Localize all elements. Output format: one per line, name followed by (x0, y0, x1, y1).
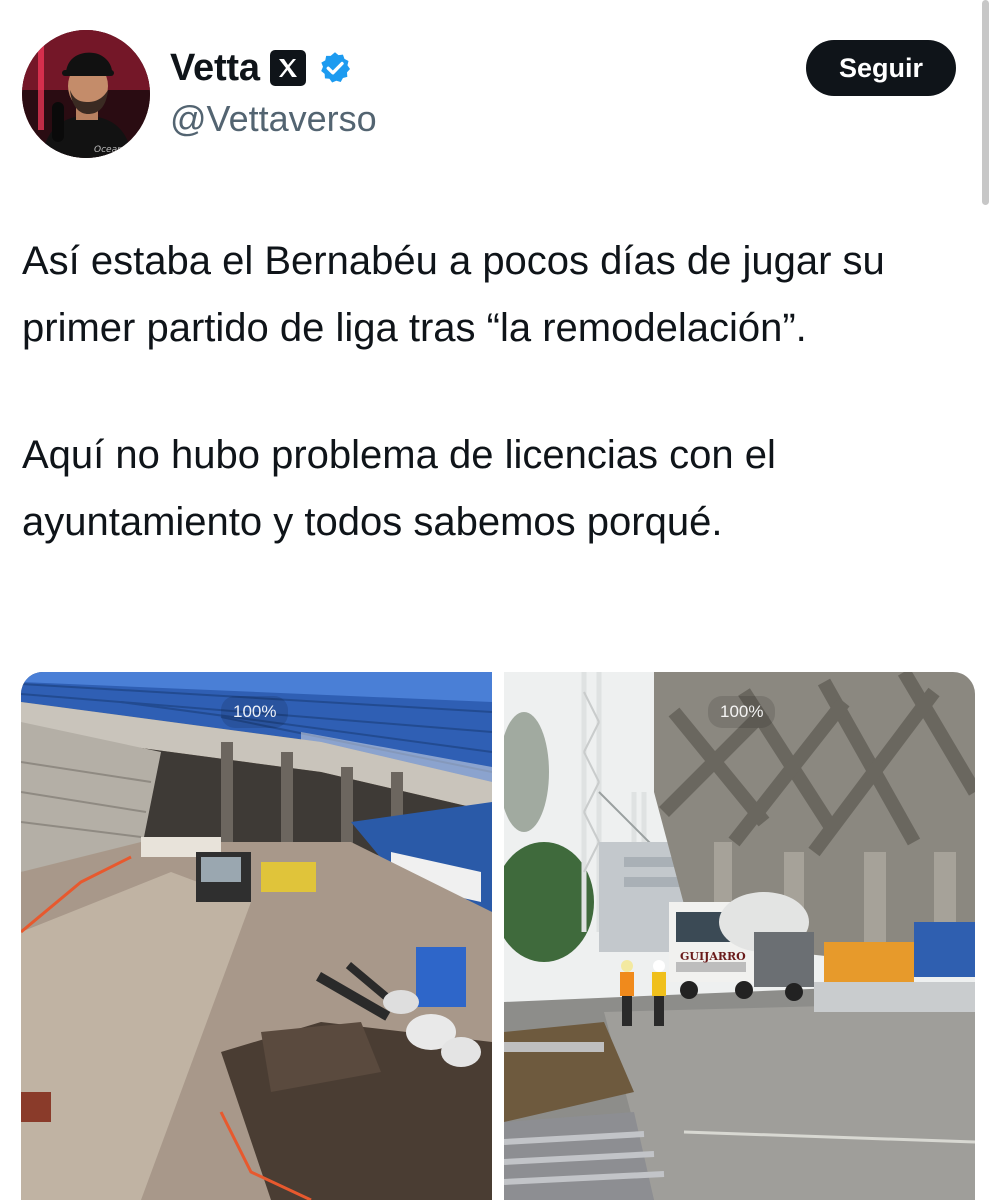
tweet-text: Así estaba el Bernabéu a pocos días de j… (22, 228, 972, 556)
zoom-badge: 100% (221, 696, 289, 728)
x-logo-icon (269, 50, 306, 86)
svg-text:Ocean: Ocean (94, 145, 123, 155)
avatar[interactable]: Ocean (22, 30, 150, 158)
tweet-card: Ocean Vetta @Vettaverso Seguir Así estab… (0, 0, 996, 1200)
avatar-image: Ocean (22, 30, 150, 158)
author-name-row[interactable]: Vetta (170, 44, 354, 92)
scrollbar[interactable] (982, 0, 989, 205)
tweet-paragraph: Así estaba el Bernabéu a pocos días de j… (22, 239, 885, 350)
media-grid: 100% GUIJARRO 100% (21, 672, 975, 1200)
stadium-exterior-photo: GUIJARRO (504, 672, 975, 1200)
follow-button[interactable]: Seguir (806, 40, 956, 96)
media-photo-stadium-exterior[interactable]: GUIJARRO 100% (504, 672, 975, 1200)
media-photo-stadium-interior[interactable]: 100% (21, 672, 492, 1200)
verified-badge-icon (316, 49, 354, 87)
truck-label: GUIJARRO (680, 950, 746, 963)
author-handle[interactable]: @Vettaverso (170, 98, 377, 140)
tweet-paragraph: Aquí no hubo problema de licencias con e… (22, 433, 776, 544)
author-display-name[interactable]: Vetta (170, 47, 260, 90)
zoom-badge: 100% (708, 696, 776, 728)
stadium-interior-photo (21, 672, 492, 1200)
